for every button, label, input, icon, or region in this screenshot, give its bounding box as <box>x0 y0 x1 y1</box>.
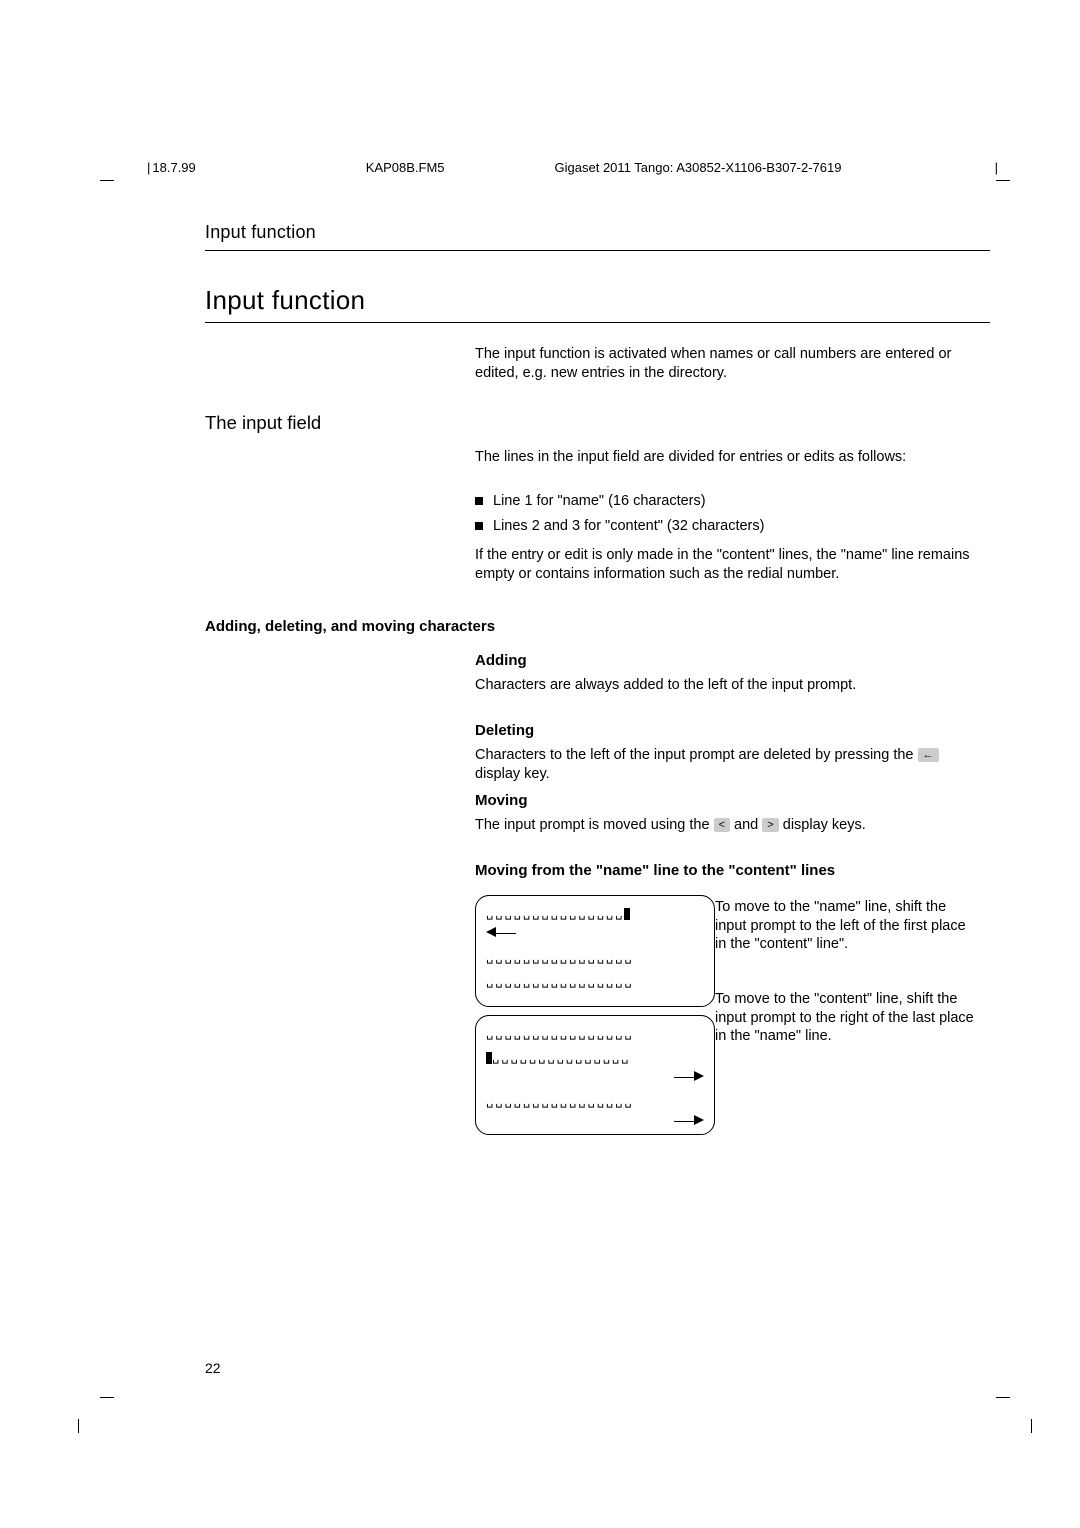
h3-moving-long: Moving from the "name" line to the "cont… <box>475 862 975 879</box>
crop-mark <box>100 180 114 181</box>
h3-deleting: Deleting <box>475 722 534 739</box>
crop-mark <box>1031 1419 1032 1433</box>
body-text: Characters to the left of the input prom… <box>475 746 975 783</box>
diagram-caption: To move to the "name" line, shift the in… <box>715 898 975 954</box>
left-key-icon: < <box>714 818 730 832</box>
bullet-text: Lines 2 and 3 for "content" (32 characte… <box>493 518 764 534</box>
crop-mark <box>996 180 1010 181</box>
running-rule <box>205 250 990 251</box>
h3-moving: Moving <box>475 792 528 809</box>
crop-mark <box>100 1397 114 1398</box>
backspace-key-icon: ← <box>918 748 939 762</box>
intro-text: The input function is activated when nam… <box>475 345 975 382</box>
display-diagram-content-line: ␣␣␣␣␣␣␣␣␣␣␣␣␣␣␣␣ ␣␣␣␣␣␣␣␣␣␣␣␣␣␣␣ ␣␣␣␣␣␣␣… <box>475 1015 715 1135</box>
text-fragment: The input prompt is moved using the <box>475 817 714 833</box>
text-fragment: and <box>734 817 762 833</box>
bullet-icon <box>475 497 483 505</box>
header-doc: Gigaset 2011 Tango: A30852-X1106-B307-2-… <box>555 160 842 175</box>
h3-adding: Adding <box>475 652 527 669</box>
body-text: If the entry or edit is only made in the… <box>475 546 975 583</box>
text-fragment: Characters to the left of the input prom… <box>475 747 918 763</box>
list-item: Line 1 for "name" (16 characters) <box>475 492 975 511</box>
header-meta: | 18.7.99 KAP08B.FM5 Gigaset 2011 Tango:… <box>145 160 1000 175</box>
section-title: Input function <box>205 285 365 316</box>
bullet-icon <box>475 522 483 530</box>
text-fragment: display key. <box>475 766 550 782</box>
bullet-list: Line 1 for "name" (16 characters) Lines … <box>475 492 975 541</box>
display-diagram-name-line: ␣␣␣␣␣␣␣␣␣␣␣␣␣␣␣ ␣␣␣␣␣␣␣␣␣␣␣␣␣␣␣␣ ␣␣␣␣␣␣␣… <box>475 895 715 1007</box>
body-text: Characters are always added to the left … <box>475 676 975 695</box>
right-key-icon: > <box>762 818 778 832</box>
crop-mark <box>996 1397 1010 1398</box>
running-head: Input function <box>205 222 316 243</box>
list-item: Lines 2 and 3 for "content" (32 characte… <box>475 517 975 536</box>
body-text: The lines in the input field are divided… <box>475 448 975 467</box>
body-text: The input prompt is moved using the < an… <box>475 816 975 835</box>
text-fragment: display keys. <box>783 817 866 833</box>
crop-mark <box>78 1419 79 1433</box>
bullet-text: Line 1 for "name" (16 characters) <box>493 493 706 509</box>
section-rule <box>205 322 990 323</box>
subheading-add-del-move: Adding, deleting, and moving characters <box>205 618 495 635</box>
subheading-input-field: The input field <box>205 412 321 434</box>
header-date: 18.7.99 <box>152 160 195 175</box>
header-file: KAP08B.FM5 <box>366 160 445 175</box>
page-number: 22 <box>205 1360 221 1376</box>
diagram-caption: To move to the "content" line, shift the… <box>715 990 975 1046</box>
